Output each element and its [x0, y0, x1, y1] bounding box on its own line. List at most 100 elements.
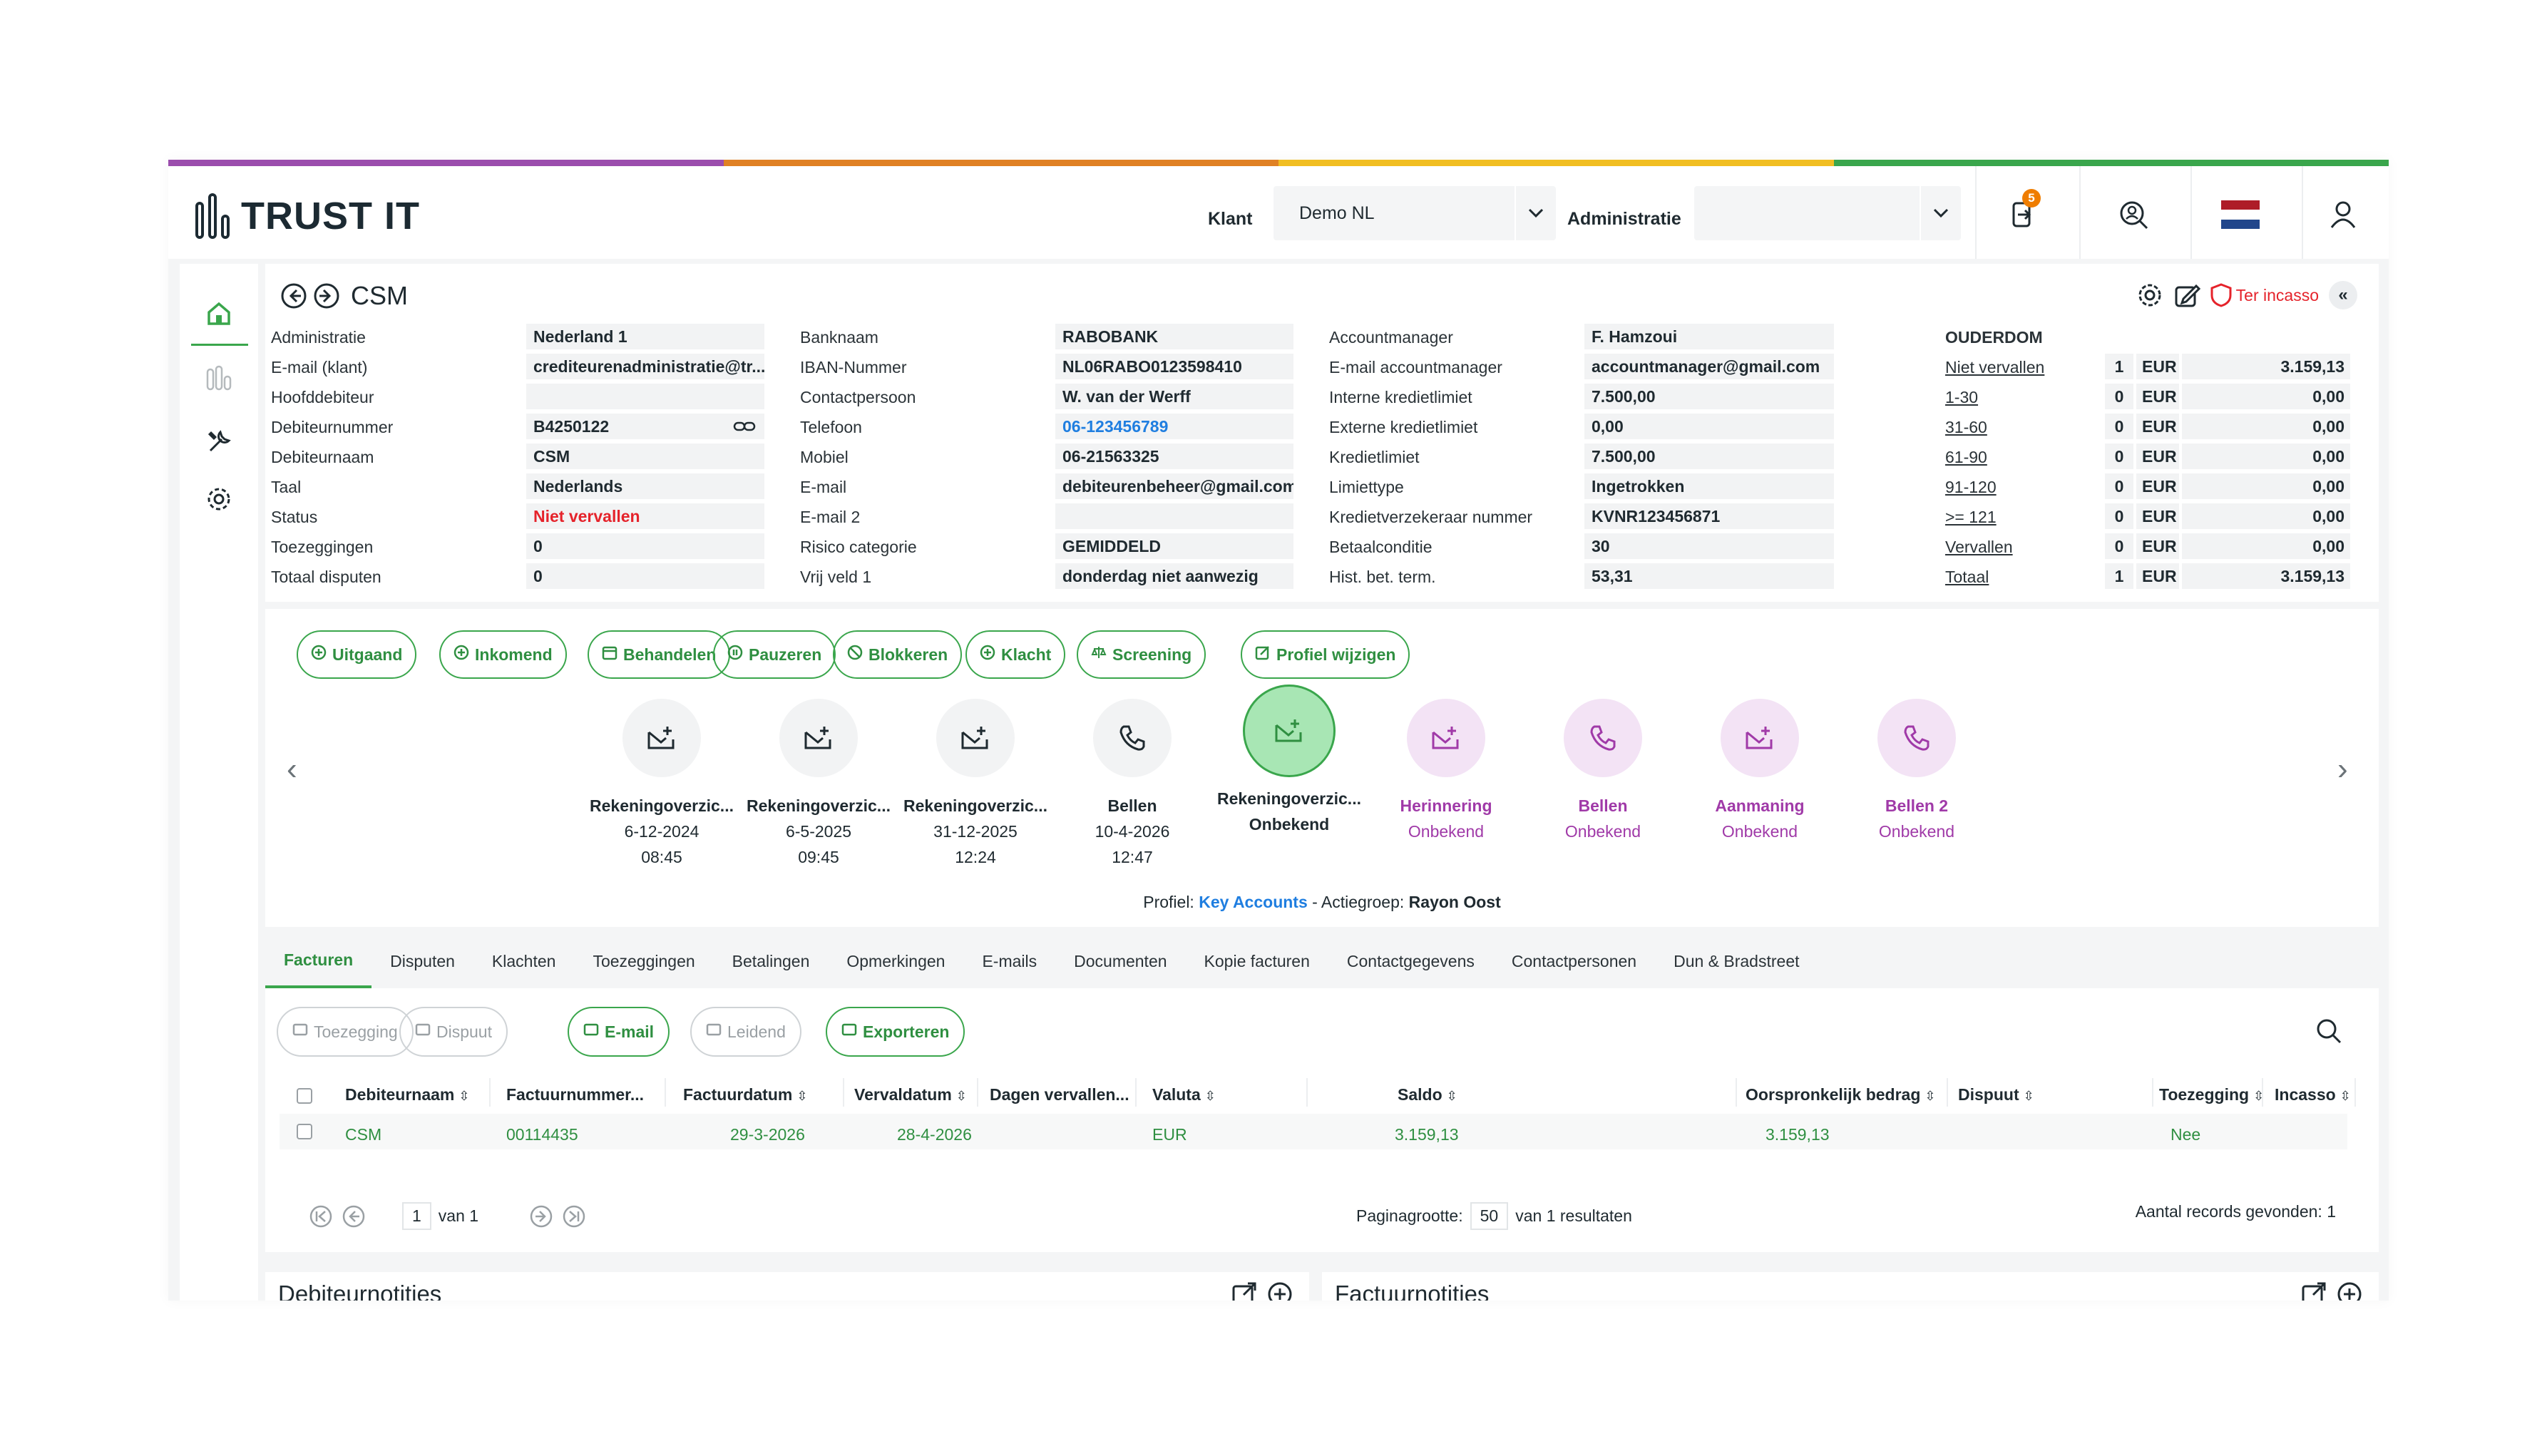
inkomend-button[interactable]: Inkomend — [439, 630, 567, 679]
tab-contactgegevens[interactable]: Contactgegevens — [1328, 934, 1493, 988]
next-page-icon[interactable] — [528, 1204, 554, 1229]
tab-betalingen[interactable]: Betalingen — [714, 934, 829, 988]
timeline-item[interactable]: Rekeningoverzic... 6-5-2025 09:45 — [740, 699, 897, 870]
dashboard-icon[interactable] — [180, 349, 258, 406]
ouderdom-link[interactable]: Niet vervallen — [1945, 358, 2044, 377]
gear-icon[interactable] — [2136, 282, 2163, 309]
behandelen-button[interactable]: Behandelen — [588, 630, 731, 679]
timeline-item[interactable]: Herinnering Onbekend — [1368, 699, 1524, 844]
tools-icon[interactable] — [180, 414, 258, 471]
column-header[interactable]: Dispuut ⇳ — [1958, 1085, 2034, 1104]
timeline-item[interactable]: Bellen 10-4-2026 12:47 — [1054, 699, 1211, 870]
tab-dun-bradstreet[interactable]: Dun & Bradstreet — [1655, 934, 1818, 988]
ouderdom-link[interactable]: 1-30 — [1945, 388, 1978, 407]
ouderdom-link[interactable]: 91-120 — [1945, 478, 1997, 497]
user-icon[interactable] — [2322, 193, 2364, 236]
klant-select[interactable]: Demo NL — [1274, 186, 1556, 240]
timeline-item[interactable]: Bellen Onbekend — [1524, 699, 1681, 844]
select-all-checkbox[interactable] — [297, 1088, 312, 1104]
column-header[interactable]: Valuta ⇳ — [1152, 1085, 1216, 1104]
mail-icon — [1721, 699, 1799, 777]
chevron-right-icon[interactable]: › — [2337, 752, 2348, 787]
timeline-item[interactable]: Aanmaning Onbekend — [1681, 699, 1838, 844]
cell-factuurnummer[interactable]: 00114435 — [506, 1125, 578, 1144]
link-icon[interactable] — [733, 416, 756, 441]
tab-documenten[interactable]: Documenten — [1055, 934, 1185, 988]
timeline-item[interactable]: Rekeningoverzic... 6-12-2024 08:45 — [583, 699, 740, 870]
forward-icon[interactable] — [312, 282, 341, 310]
ouderdom-link[interactable]: 61-90 — [1945, 448, 1987, 467]
last-page-icon[interactable] — [561, 1204, 587, 1229]
settings-icon[interactable] — [180, 471, 258, 528]
ouderdom-link[interactable]: Vervallen — [1945, 538, 2013, 557]
column-header[interactable]: Toezegging ⇳ — [2159, 1085, 2264, 1104]
exporteren-button[interactable]: Exporteren — [826, 1007, 965, 1057]
pauzeren-button[interactable]: Pauzeren — [713, 630, 836, 679]
tab-klachten[interactable]: Klachten — [473, 934, 575, 988]
row-checkbox[interactable] — [297, 1124, 312, 1139]
notes-actions — [1231, 1281, 1293, 1301]
collapse-button[interactable]: « — [2329, 281, 2357, 309]
add-icon[interactable] — [1266, 1281, 1293, 1301]
klacht-button[interactable]: Klacht — [965, 630, 1066, 679]
page-input[interactable]: 1 — [402, 1202, 431, 1230]
active-indicator — [191, 344, 248, 346]
tab-disputen[interactable]: Disputen — [371, 934, 473, 988]
page-size-input[interactable]: 50 — [1470, 1202, 1509, 1230]
flag-nl-icon[interactable] — [2219, 193, 2262, 236]
field-value: 30 — [1584, 533, 1834, 559]
field-value: 7.500,00 — [1584, 384, 1834, 409]
open-external-icon[interactable] — [1231, 1281, 1258, 1301]
ter-incasso-button[interactable]: Ter incasso — [2210, 283, 2319, 307]
column-header[interactable]: Factuurdatum ⇳ — [683, 1085, 807, 1104]
leidend-button[interactable]: Leidend — [690, 1007, 801, 1057]
tab-facturen[interactable]: Facturen — [265, 934, 372, 988]
timeline-item[interactable]: Rekeningoverzic... 31-12-2025 12:24 — [897, 699, 1054, 870]
timeline-name: Rekeningoverzic... — [747, 796, 891, 815]
notification-icon[interactable]: 5 — [2001, 189, 2044, 236]
cell-debiteurnaam[interactable]: CSM — [345, 1125, 381, 1144]
table-row[interactable] — [280, 1114, 2347, 1149]
first-page-icon[interactable] — [308, 1204, 334, 1229]
toezegging-button[interactable]: Toezegging — [277, 1007, 414, 1057]
profiel-wijzigen-button[interactable]: Profiel wijzigen — [1241, 630, 1410, 679]
column-header[interactable]: Oorspronkelijk bedrag ⇳ — [1746, 1085, 1936, 1104]
column-header[interactable]: Vervaldatum ⇳ — [854, 1085, 967, 1104]
edit-icon[interactable] — [2173, 282, 2200, 309]
dispuut-button[interactable]: Dispuut — [399, 1007, 508, 1057]
tab-contactpersonen[interactable]: Contactpersonen — [1493, 934, 1655, 988]
tab-opmerkingen[interactable]: Opmerkingen — [828, 934, 963, 988]
column-divider — [489, 1078, 491, 1107]
column-header[interactable]: Debiteurnaam ⇳ — [345, 1085, 469, 1104]
tab-e-mails[interactable]: E-mails — [963, 934, 1055, 988]
ouderdom-count: 0 — [2105, 444, 2133, 469]
column-divider — [2354, 1078, 2356, 1107]
back-icon[interactable] — [280, 282, 308, 310]
ouderdom-link[interactable]: 31-60 — [1945, 418, 1987, 437]
search-user-icon[interactable] — [2112, 193, 2155, 236]
chevron-left-icon[interactable]: ‹ — [287, 752, 297, 787]
screening-button[interactable]: Screening — [1077, 630, 1206, 679]
column-header[interactable]: Factuurnummer... — [506, 1085, 644, 1104]
administratie-select[interactable] — [1694, 186, 1961, 240]
prev-page-icon[interactable] — [341, 1204, 367, 1229]
uitgaand-button[interactable]: Uitgaand — [297, 630, 417, 679]
ouderdom-link[interactable]: >= 121 — [1945, 508, 1997, 527]
home-icon[interactable] — [180, 285, 258, 342]
timeline-time: 12:24 — [955, 848, 996, 866]
tab-kopie-facturen[interactable]: Kopie facturen — [1186, 934, 1328, 988]
profile-link[interactable]: Key Accounts — [1199, 893, 1308, 911]
search-icon[interactable] — [2315, 1017, 2343, 1045]
column-header[interactable]: Dagen vervallen... — [990, 1085, 1129, 1104]
column-divider — [2262, 1078, 2263, 1107]
timeline-item[interactable]: Rekeningoverzic... Onbekend — [1211, 685, 1368, 837]
ouderdom-link[interactable]: Totaal — [1945, 568, 1989, 587]
timeline-item[interactable]: Bellen 2 Onbekend — [1838, 699, 1995, 844]
blokkeren-button[interactable]: Blokkeren — [833, 630, 963, 679]
open-external-icon[interactable] — [2300, 1281, 2327, 1301]
e-mail-button[interactable]: E-mail — [568, 1007, 670, 1057]
column-header[interactable]: Saldo ⇳ — [1398, 1085, 1457, 1104]
add-icon[interactable] — [2336, 1281, 2363, 1301]
column-header[interactable]: Incasso ⇳ — [2275, 1085, 2351, 1104]
tab-toezeggingen[interactable]: Toezeggingen — [574, 934, 713, 988]
